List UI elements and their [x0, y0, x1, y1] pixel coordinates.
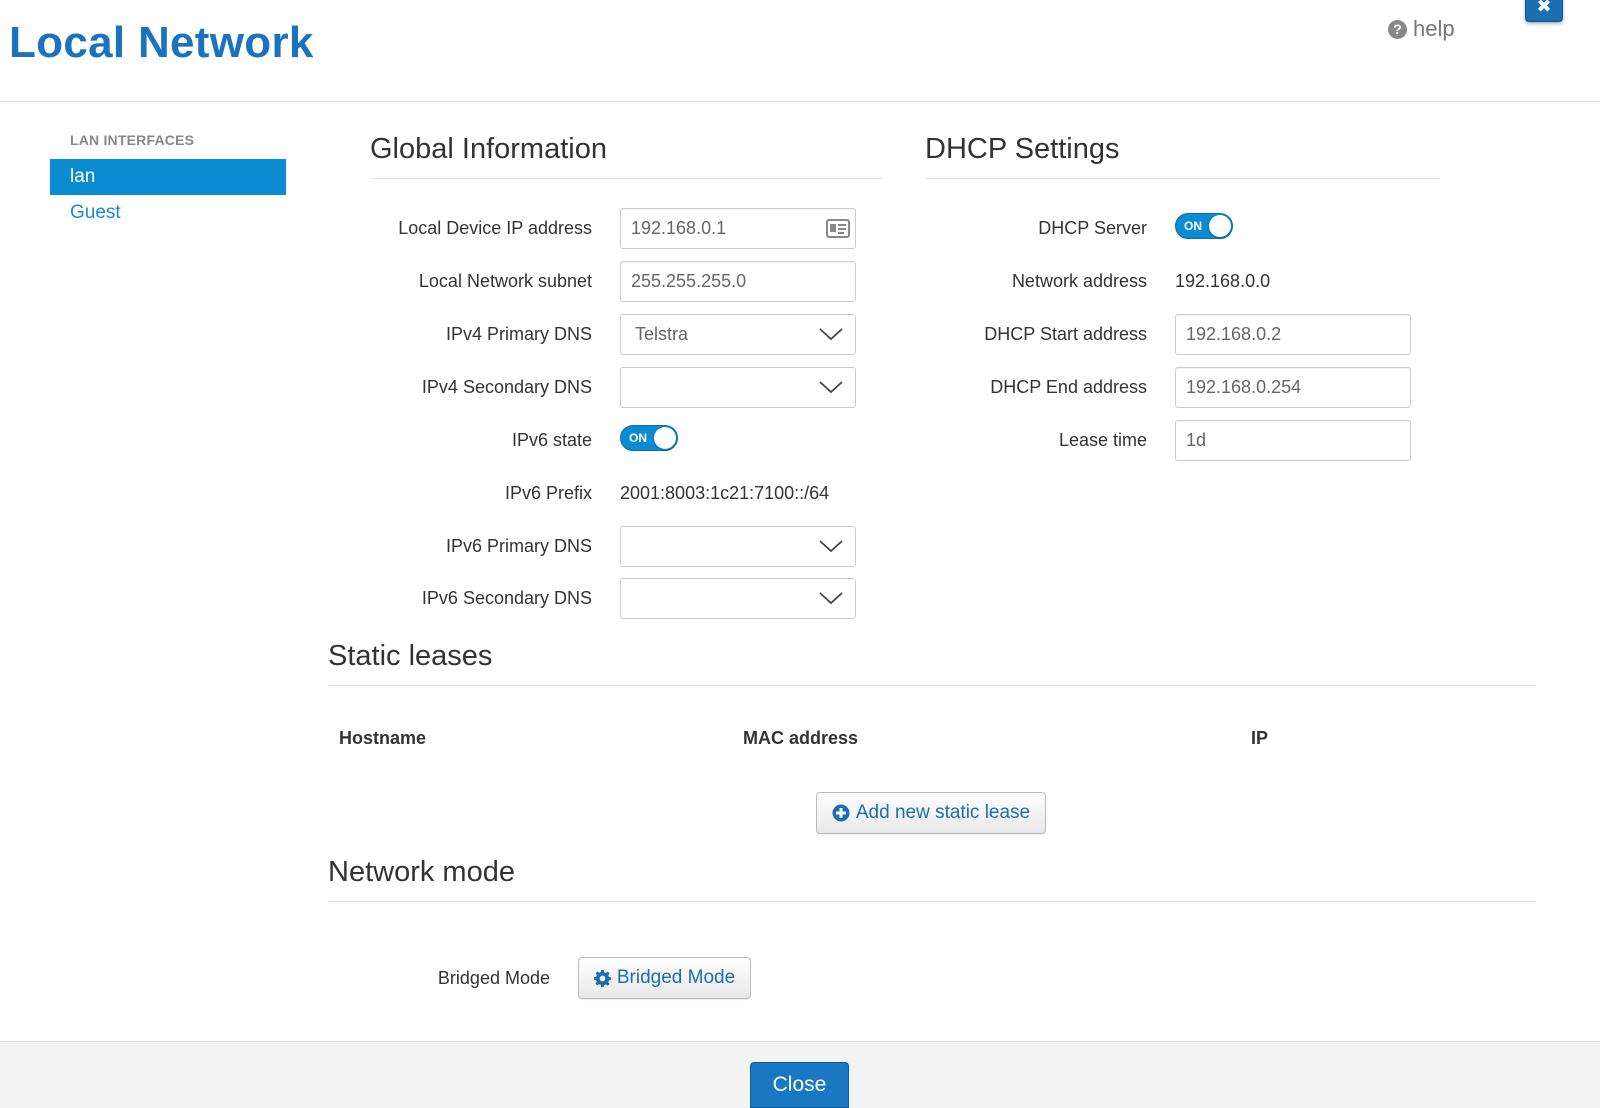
page-header: Local Network ? help ✖: [0, 0, 1600, 102]
ipv6-state-label: IPv6 state: [511, 430, 592, 450]
ipv4-secondary-dns-select[interactable]: [620, 367, 856, 408]
ipv6-secondary-dns-select[interactable]: [620, 578, 856, 619]
subnet-value: 255.255.255.0: [631, 271, 747, 291]
add-static-lease-label: Add new static lease: [855, 802, 1031, 823]
ipv6-prefix-value: 2001:8003:1c21:7100::/64: [620, 483, 830, 503]
column-header-mac: MAC address: [743, 728, 859, 748]
lease-time-label: Lease time: [1058, 430, 1147, 450]
sidebar-item-label: lan: [70, 166, 96, 187]
divider: [370, 178, 882, 179]
network-address-value: 192.168.0.0: [1175, 271, 1271, 291]
divider: [328, 901, 1536, 902]
divider: [328, 685, 1536, 686]
dhcp-end-label: DHCP End address: [990, 377, 1147, 397]
toggle-knob: [1209, 215, 1231, 237]
question-circle-icon: ?: [1388, 19, 1407, 39]
sidebar-heading: LAN INTERFACES: [70, 132, 195, 148]
help-link[interactable]: ? help: [1388, 16, 1455, 42]
chevron-down-icon: [819, 592, 843, 605]
bridged-mode-label: Bridged Mode: [437, 968, 550, 988]
toggle-knob: [654, 427, 676, 449]
column-header-hostname: Hostname: [339, 728, 427, 748]
add-static-lease-button[interactable]: Add new static lease: [816, 792, 1046, 834]
local-ip-value: 192.168.0.1: [631, 218, 727, 238]
lease-time-value: 1d: [1186, 430, 1207, 450]
dhcp-start-label: DHCP Start address: [984, 324, 1147, 344]
toggle-state-label: ON: [1184, 219, 1202, 233]
local-ip-input[interactable]: 192.168.0.1: [620, 208, 856, 249]
sidebar-item-label: Guest: [70, 202, 121, 223]
id-card-icon[interactable]: [826, 219, 850, 238]
ipv4-primary-dns-value: Telstra: [635, 324, 689, 344]
plus-circle-icon: [832, 804, 850, 822]
toggle-state-label: ON: [629, 431, 647, 445]
dhcp-start-value: 192.168.0.2: [1186, 324, 1282, 344]
network-address-label: Network address: [1011, 271, 1147, 291]
lease-time-input[interactable]: 1d: [1175, 420, 1411, 461]
ipv6-prefix-label: IPv6 Prefix: [504, 483, 592, 503]
global-info-title: Global Information: [370, 133, 607, 165]
chevron-down-icon: [819, 540, 843, 553]
dhcp-end-input[interactable]: 192.168.0.254: [1175, 367, 1411, 408]
network-mode-title: Network mode: [328, 856, 515, 888]
dhcp-server-toggle[interactable]: ON: [1175, 213, 1233, 239]
ipv4-secondary-dns-label: IPv4 Secondary DNS: [421, 377, 592, 397]
static-leases-title: Static leases: [328, 640, 493, 672]
divider: [925, 178, 1439, 179]
dhcp-start-input[interactable]: 192.168.0.2: [1175, 314, 1411, 355]
sidebar-item-guest[interactable]: Guest: [50, 195, 286, 231]
help-label: help: [1413, 16, 1455, 41]
bridged-mode-button[interactable]: Bridged Mode: [578, 957, 751, 999]
ipv6-primary-dns-select[interactable]: [620, 526, 856, 567]
chevron-down-icon: [819, 328, 843, 341]
column-header-ip: IP: [1251, 728, 1269, 748]
bridged-mode-button-label: Bridged Mode: [616, 967, 736, 988]
dhcp-end-value: 192.168.0.254: [1186, 377, 1302, 397]
subnet-input[interactable]: 255.255.255.0: [620, 261, 856, 302]
page-title: Local Network: [9, 18, 314, 67]
close-x-button[interactable]: ✖: [1525, 0, 1563, 22]
close-button-label: Close: [772, 1073, 827, 1096]
ipv4-primary-dns-label: IPv4 Primary DNS: [445, 324, 592, 344]
ipv6-primary-dns-label: IPv6 Primary DNS: [445, 536, 592, 556]
dhcp-settings-title: DHCP Settings: [925, 133, 1120, 165]
dhcp-server-label: DHCP Server: [1038, 218, 1147, 238]
ipv4-primary-dns-select[interactable]: Telstra: [620, 314, 856, 355]
close-icon: ✖: [1536, 0, 1552, 16]
chevron-down-icon: [819, 381, 843, 394]
ipv6-state-toggle[interactable]: ON: [620, 425, 678, 451]
ipv6-secondary-dns-label: IPv6 Secondary DNS: [421, 588, 592, 608]
local-ip-label: Local Device IP address: [398, 218, 592, 238]
close-button[interactable]: Close: [750, 1062, 849, 1108]
subnet-label: Local Network subnet: [418, 271, 592, 291]
gear-icon: [593, 969, 611, 987]
sidebar-item-lan[interactable]: lan: [50, 159, 286, 195]
